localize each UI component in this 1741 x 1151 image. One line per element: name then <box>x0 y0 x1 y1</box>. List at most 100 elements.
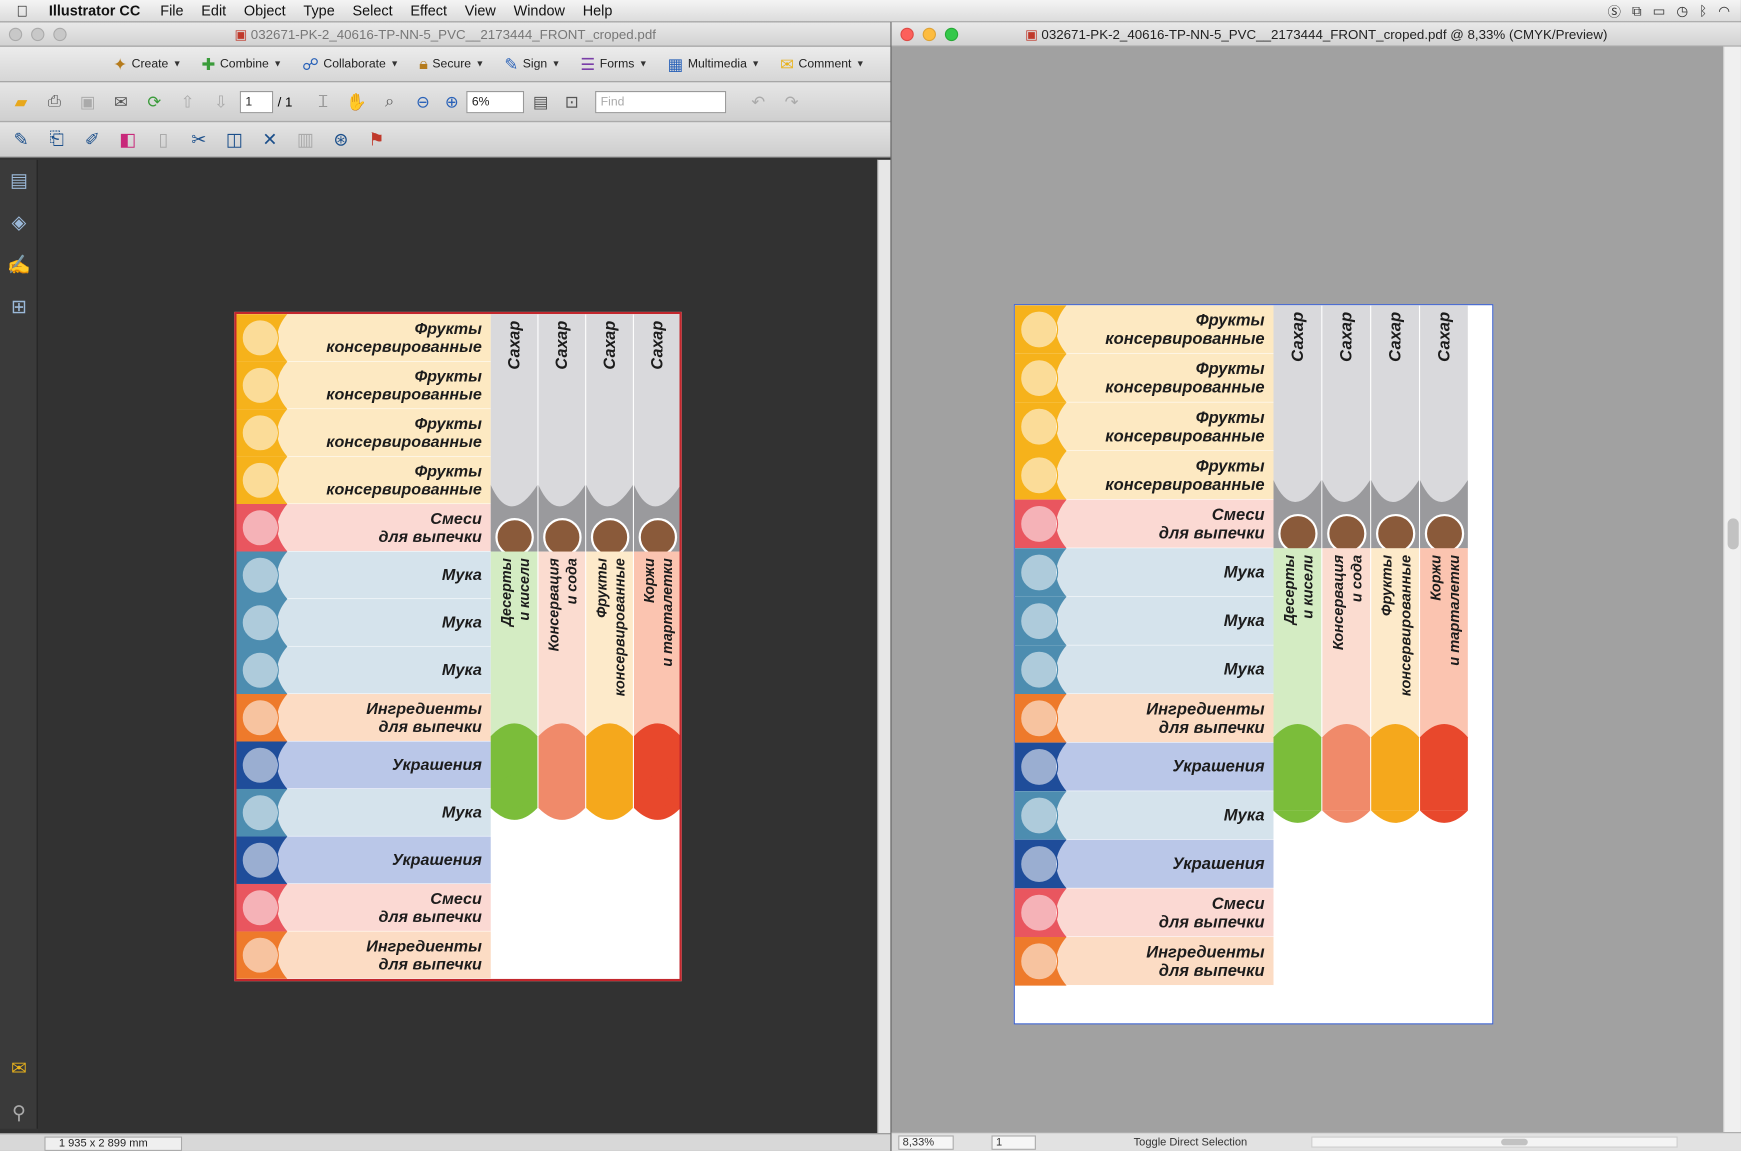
right-titlebar: ▣ 032671-PK-2_40616-TP-NN-5_PVC__2173444… <box>891 22 1741 47</box>
screen-icon[interactable]: ⧉ <box>1632 3 1642 20</box>
vertical-scrollbar[interactable] <box>877 159 891 1134</box>
print-icon[interactable]: ⎙ <box>40 87 69 116</box>
menu-file[interactable]: File <box>151 2 192 19</box>
select-tool-icon[interactable]: ⌶ <box>309 87 338 116</box>
plugin-tool-icon[interactable]: ✕ <box>255 125 284 154</box>
zoom-out-icon[interactable]: ⊖ <box>409 87 438 116</box>
attachments-icon[interactable]: ⚲ <box>0 1092 38 1134</box>
comments-icon[interactable]: ✉ <box>0 1048 38 1090</box>
page-number-input[interactable]: 1 <box>239 90 274 113</box>
right-window-title: 032671-PK-2_40616-TP-NN-5_PVC__2173444_F… <box>1041 26 1608 43</box>
prev-page-icon[interactable]: ⇧ <box>173 87 202 116</box>
task-toolbar: ✦ Create ▼ ✚ Combine ▼ ☍ Collaborate ▼ 🔒︎ Secur… <box>0 46 891 83</box>
share-icon[interactable]: ⟳ <box>140 87 169 116</box>
menu-window[interactable]: Window <box>505 2 574 19</box>
label-row: Мука <box>236 599 491 647</box>
secure-button[interactable]: 🔒︎ Secure ▼ <box>412 51 491 78</box>
zoom-button[interactable] <box>944 27 959 42</box>
minimize-button[interactable] <box>922 27 936 42</box>
bluetooth-icon[interactable]: ᛒ <box>1699 3 1707 19</box>
strip-label: консервированные <box>1398 555 1414 696</box>
sign-button[interactable]: ✎ Sign ▼ <box>498 51 567 78</box>
signatures-icon[interactable]: ✍ <box>0 244 38 286</box>
fit-width-icon[interactable]: ▤ <box>529 87 553 116</box>
apple-icon[interactable]:  <box>0 2 44 20</box>
zoom-button[interactable] <box>53 27 67 42</box>
label-row: Ингредиентыдля выпечки <box>236 694 491 742</box>
plugin-tool-icon[interactable]: ▥ <box>291 125 320 154</box>
comment-button[interactable]: ✉ Comment ▼ <box>773 51 871 78</box>
combine-button[interactable]: ✚ Combine ▼ <box>195 51 289 78</box>
zoom-level[interactable]: 8,33% <box>898 1134 954 1150</box>
dessert-icon <box>1379 776 1413 811</box>
close-button[interactable] <box>8 27 23 42</box>
plugin-tool-icon[interactable]: ⊛ <box>326 125 355 154</box>
label-text: для выпечки <box>379 718 482 736</box>
category-strip: Консервация и сода <box>1322 548 1371 823</box>
plugin-tool-icon[interactable]: ⚑ <box>362 125 391 154</box>
hand-tool-icon[interactable]: ✋ <box>342 87 371 116</box>
battery-icon[interactable]: ▭ <box>1653 3 1666 19</box>
plugin-tool-icon[interactable]: ▯ <box>149 125 178 154</box>
sign-label: Sign <box>522 57 548 71</box>
find-input[interactable]: Find <box>595 90 727 113</box>
scroll-thumb[interactable] <box>1727 518 1739 550</box>
menu-object[interactable]: Object <box>235 2 294 19</box>
label-text: Украшения <box>1173 757 1265 776</box>
open-folder-icon[interactable]: ▰ <box>7 87 36 116</box>
label-row: Ингредиентыдля выпечки <box>236 931 491 979</box>
app-name[interactable]: Illustrator CC <box>44 2 151 19</box>
forms-button[interactable]: ☰ Forms ▼ <box>574 51 655 78</box>
collaborate-button[interactable]: ☍ Collaborate ▼ <box>295 51 405 78</box>
fit-page-icon[interactable]: ⊡ <box>557 87 586 116</box>
wifi-icon[interactable]: ◠ <box>1718 3 1730 19</box>
minimize-button[interactable] <box>31 27 45 42</box>
create-button[interactable]: ✦ Create ▼ <box>107 51 189 78</box>
decoration-icon <box>1020 747 1059 786</box>
plugin-tool-icon[interactable]: ◧ <box>113 125 142 154</box>
menu-effect[interactable]: Effect <box>401 2 455 19</box>
label-row: Фруктыконсервированные <box>236 456 491 505</box>
label-row: Фруктыконсервированные <box>1014 305 1274 354</box>
menu-select[interactable]: Select <box>344 2 402 19</box>
plugin-tool-icon[interactable]: ✂ <box>184 125 213 154</box>
plugin-tool-icon[interactable]: ✎ <box>7 125 36 154</box>
label-text: Мука <box>442 566 482 584</box>
forward-icon[interactable]: ↷ <box>777 87 806 116</box>
label-text: Мука <box>1224 660 1265 679</box>
email-icon[interactable]: ✉ <box>107 87 136 116</box>
plugin-tool-icon[interactable]: ◫ <box>220 125 249 154</box>
back-icon[interactable]: ↶ <box>744 87 773 116</box>
multimedia-button[interactable]: ▦ Multimedia ▼ <box>661 51 767 78</box>
zoom-in-icon[interactable]: ⊕ <box>442 87 462 116</box>
pages-icon[interactable]: ▤ <box>0 160 38 202</box>
next-page-icon[interactable]: ⇩ <box>207 87 236 116</box>
bread-icon <box>241 699 279 737</box>
time-machine-icon[interactable]: ◷ <box>1676 3 1688 19</box>
save-icon[interactable]: ▣ <box>73 87 102 116</box>
scroll-thumb[interactable] <box>1501 1138 1528 1146</box>
zoom-input[interactable]: 6% <box>466 90 525 113</box>
horizontal-scrollbar[interactable] <box>1311 1136 1678 1148</box>
dessert-icon <box>641 775 675 808</box>
status-tool[interactable]: Toggle Direct Selection <box>1134 1136 1289 1148</box>
menu-help[interactable]: Help <box>574 2 621 19</box>
artboard-number[interactable]: 1 <box>991 1134 1036 1150</box>
close-button[interactable] <box>900 27 914 42</box>
zoom-marquee-icon[interactable]: ⌕ <box>375 87 404 116</box>
skype-icon[interactable]: Ⓢ <box>1608 2 1621 21</box>
label-text: консервированные <box>326 338 482 356</box>
plugin-tool-icon[interactable]: ⎗ <box>42 125 71 154</box>
model-tree-icon[interactable]: ⊞ <box>0 286 38 328</box>
collaborate-icon: ☍ <box>302 54 319 74</box>
label-text: для выпечки <box>379 955 482 973</box>
label-row: Фруктыконсервированные <box>236 409 491 457</box>
plugin-tool-icon[interactable]: ✐ <box>78 125 107 154</box>
label-text: Фрукты <box>415 415 483 433</box>
sugar-label: Сахар <box>601 321 619 370</box>
vertical-scrollbar[interactable] <box>1723 46 1741 1133</box>
layers-icon[interactable]: ◈ <box>0 202 38 244</box>
menu-view[interactable]: View <box>456 2 505 19</box>
menu-type[interactable]: Type <box>295 2 344 19</box>
menu-edit[interactable]: Edit <box>192 2 235 19</box>
